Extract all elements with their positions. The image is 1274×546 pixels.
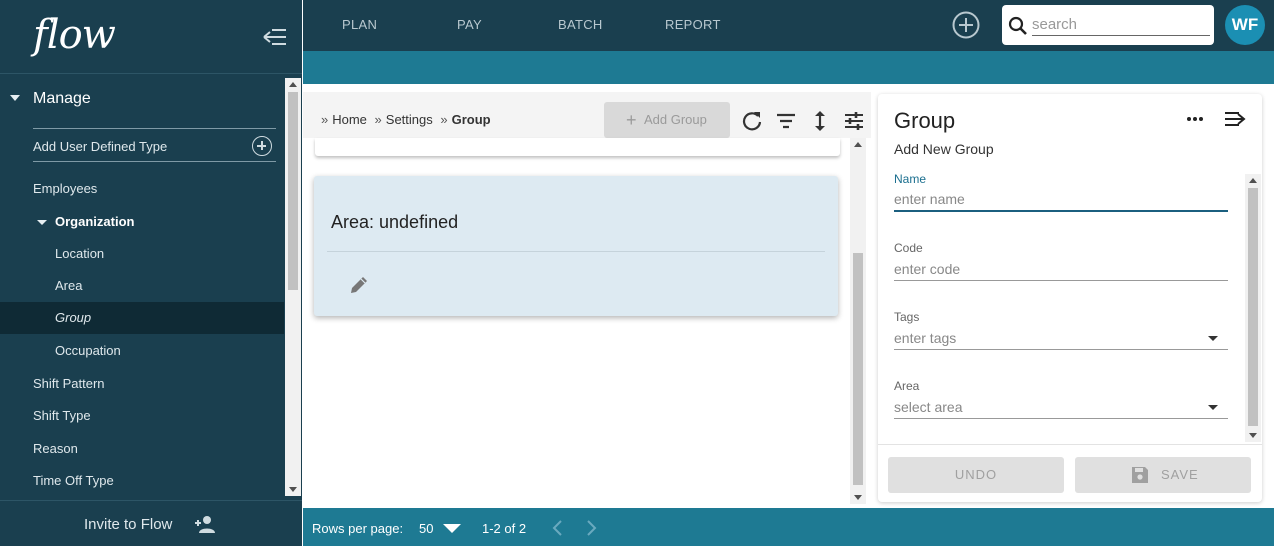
tags-input[interactable] [894,326,1228,350]
scroll-down-icon[interactable] [289,487,297,492]
tune-icon[interactable] [843,110,865,132]
scrollbar-thumb[interactable] [853,253,863,485]
pagination-range: 1-2 of 2 [482,521,527,536]
flow-logo: flow [33,12,116,58]
main-content: » Home » Settings » Group + Add Group Ar… [303,84,871,508]
caret-down-icon [37,220,47,225]
scroll-up-icon[interactable] [289,82,297,87]
sidebar-item-time-off-type[interactable]: Time Off Type [33,465,114,496]
list-item[interactable]: Area: undefined [314,176,838,316]
sidebar-item-shift-pattern[interactable]: Shift Pattern [33,368,105,400]
panel-title: Group [894,108,956,133]
group-detail-panel: Group Add New Group Name Code Tags Area [878,94,1262,502]
sidebar-item-area[interactable]: Area [55,270,82,302]
area-select[interactable] [894,395,1228,419]
edit-pencil-icon[interactable] [348,274,370,296]
rows-per-page-select[interactable]: 50 [419,521,433,536]
tab-plan[interactable]: PLAN [342,17,377,32]
sidebar-scrollbar[interactable] [285,78,301,496]
collapse-sidebar-icon[interactable] [262,26,288,48]
tab-pay[interactable]: PAY [457,17,482,32]
add-user-defined-type[interactable]: Add User Defined Type [33,128,276,162]
scrollbar-thumb[interactable] [288,92,298,290]
plus-icon: + [626,110,637,130]
list-item[interactable] [315,138,840,156]
accent-bar [303,51,1274,84]
refresh-icon[interactable] [741,110,763,132]
pagination-bar: Rows per page: 50 1-2 of 2 [303,508,1274,546]
save-button[interactable]: SAVE [1075,457,1251,493]
tab-batch[interactable]: BATCH [558,17,603,32]
person-add-icon [195,516,215,533]
breadcrumb: » Home » Settings » Group [321,112,491,127]
undo-button[interactable]: UNDO [888,457,1064,493]
list-scrollbar[interactable] [850,138,866,504]
scroll-down-icon[interactable] [1249,433,1257,438]
breadcrumb-home[interactable]: Home [332,112,367,127]
app-window: flow Manage Add User Defined Type Employ… [0,0,1274,546]
panel-subtitle: Add New Group [894,141,994,157]
dropdown-arrow-icon[interactable] [443,524,461,533]
expand-vertical-icon[interactable] [809,110,831,132]
panel-scrollbar[interactable] [1245,174,1261,442]
search-icon [1008,16,1027,35]
chevron-left-icon[interactable] [550,519,566,537]
breadcrumb-current: Group [451,112,491,127]
sidebar-item-group[interactable]: Group [0,302,284,334]
scroll-up-icon[interactable] [1249,178,1257,183]
invite-to-flow-button[interactable]: Invite to Flow [0,500,302,546]
sidebar-item-employees[interactable]: Employees [33,173,97,205]
card-title: Area: undefined [331,212,459,232]
add-group-button[interactable]: + Add Group [604,102,730,138]
logo-area: flow [0,0,302,74]
scroll-down-icon[interactable] [854,495,862,500]
tab-report[interactable]: REPORT [665,17,721,32]
sidebar-item-location[interactable]: Location [55,238,104,270]
code-input[interactable] [894,257,1228,281]
search-box [1002,5,1214,45]
sidebar-nav: Manage Add User Defined Type Employees O… [0,76,302,496]
sidebar-item-organization[interactable]: Organization [37,206,134,238]
breadcrumb-toolbar: » Home » Settings » Group + Add Group [303,92,871,138]
panel-actions: UNDO SAVE [878,444,1262,502]
sidebar-item-shift-type[interactable]: Shift Type [33,400,91,432]
group-list: Area: undefined [303,138,851,502]
name-input[interactable] [894,188,1228,212]
dropdown-arrow-icon[interactable] [1208,405,1218,410]
scrollbar-thumb[interactable] [1248,188,1258,426]
sidebar-section-manage[interactable]: Manage [0,88,284,112]
search-input[interactable] [1032,14,1210,36]
user-avatar[interactable]: WF [1225,5,1265,45]
add-circle-icon[interactable] [252,136,272,156]
scroll-up-icon[interactable] [854,142,862,147]
breadcrumb-settings[interactable]: Settings [386,112,433,127]
caret-down-icon [10,95,20,101]
add-circle-icon[interactable] [951,10,981,40]
sidebar-item-occupation[interactable]: Occupation [55,335,121,367]
sidebar: flow Manage Add User Defined Type Employ… [0,0,302,546]
save-disk-icon [1132,467,1148,483]
dropdown-arrow-icon[interactable] [1208,336,1218,341]
dock-right-icon[interactable] [1224,110,1246,128]
rows-per-page-label: Rows per page: [312,521,404,536]
filter-icon[interactable] [775,110,797,132]
chevron-right-icon[interactable] [583,519,599,537]
card-divider [327,251,825,252]
top-navigation-bar: PLAN PAY BATCH REPORT WF [303,0,1274,51]
sidebar-item-reason[interactable]: Reason [33,433,78,465]
more-horizontal-icon[interactable] [1184,112,1206,126]
